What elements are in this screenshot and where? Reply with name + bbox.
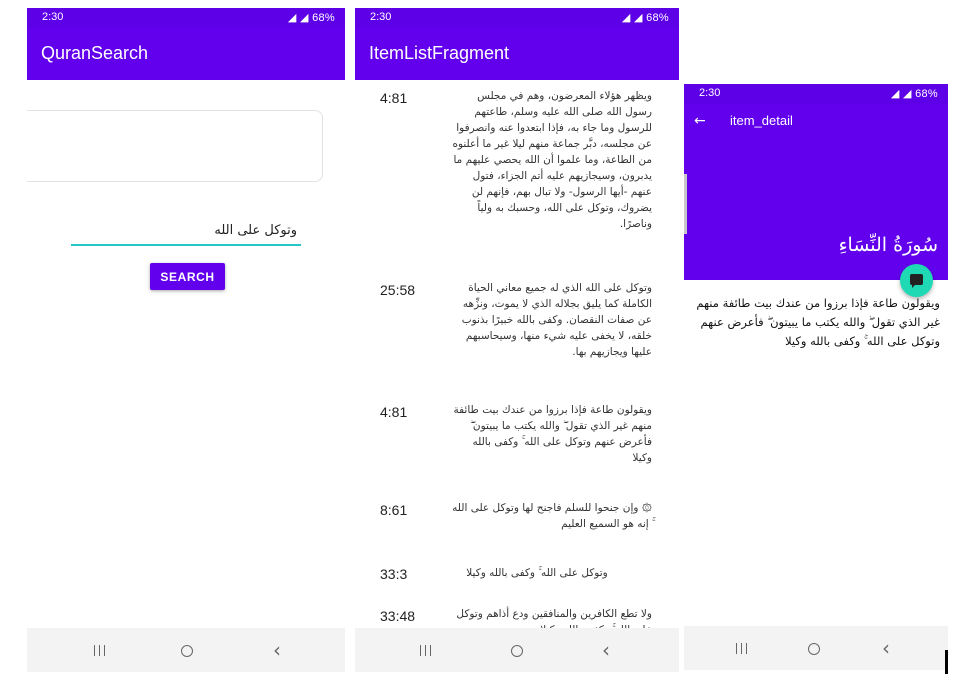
drawer-handle[interactable]: [684, 174, 687, 234]
verse-ref: 4:81: [380, 90, 408, 106]
status-time: 2:30: [370, 11, 392, 23]
app-title: ItemListFragment: [369, 43, 510, 63]
list-item[interactable]: 8:61 ۞ وإن جنحوا للسلم فاجنح لها وتوكل ع…: [355, 500, 679, 550]
signal-icon: ◢ ◢: [621, 12, 643, 24]
verse-text: ويقولون طاعة فإذا برزوا من عندك بيت طائف…: [453, 404, 652, 464]
item-detail-screen: 2:30 ◢ ◢ 68% ← item_detail سُورَةُ النِّ…: [684, 84, 948, 670]
search-screen: 2:30 ◢ ◢ 68% QuranSearch SEARCH ‹: [27, 8, 345, 672]
list-item[interactable]: 4:81 ويظهر هؤلاء المعرضون، وهم في مجلس ر…: [355, 88, 679, 268]
nav-bar: ‹: [355, 628, 679, 672]
nav-bar: ‹: [27, 628, 345, 672]
verse-ref: 4:81: [380, 404, 408, 420]
status-time: 2:30: [699, 87, 721, 99]
status-indicators: ◢ ◢ 68%: [891, 87, 938, 100]
search-input[interactable]: [71, 216, 301, 246]
text-cursor: [945, 650, 948, 674]
arrow-back-icon[interactable]: ←: [694, 113, 706, 129]
battery-text: 68%: [646, 12, 669, 24]
verse-text: ۞ وإن جنحوا للسلم فاجنح لها وتوكل على ال…: [452, 502, 652, 530]
list-item[interactable]: 33:3 وتوكل على الله ۚ وكفى بالله وكيلا: [355, 566, 679, 596]
home-icon[interactable]: [503, 636, 531, 664]
verse-text: ويظهر هؤلاء المعرضون، وهم في مجلس رسول ا…: [452, 90, 652, 230]
verse-text: وتوكل على الله الذي له جميع معاني الحياة…: [461, 282, 652, 358]
verse-text: وتوكل على الله ۚ وكفى بالله وكيلا: [466, 567, 608, 579]
verse-ref: 33:3: [380, 566, 408, 582]
status-indicators: ◢ ◢ 68%: [622, 11, 669, 24]
app-title: QuranSearch: [41, 43, 149, 63]
status-time: 2:30: [42, 11, 64, 23]
signal-icon: ◢ ◢: [890, 88, 912, 100]
list-item[interactable]: 4:81 ويقولون طاعة فإذا برزوا من عندك بيت…: [355, 402, 679, 482]
search-button[interactable]: SEARCH: [150, 263, 225, 290]
app-bar: ItemListFragment: [355, 27, 679, 80]
recents-icon[interactable]: [411, 636, 439, 664]
app-bar: QuranSearch: [27, 27, 345, 80]
message-icon: [910, 274, 923, 288]
surah-name: سُورَةُ النِّسَاءِ: [838, 234, 938, 256]
back-icon[interactable]: ‹: [872, 634, 900, 662]
results-card: [27, 110, 323, 182]
verse-ref: 8:61: [380, 502, 408, 518]
back-icon[interactable]: ‹: [592, 636, 620, 664]
list-item[interactable]: 25:58 وتوكل على الله الذي له جميع معاني …: [355, 280, 679, 380]
message-fab[interactable]: [900, 264, 933, 297]
collapsing-toolbar: ← item_detail سُورَةُ النِّسَاءِ: [684, 104, 948, 280]
home-icon[interactable]: [800, 634, 828, 662]
battery-text: 68%: [915, 88, 938, 100]
app-title: item_detail: [730, 113, 793, 128]
status-bar: 2:30 ◢ ◢ 68%: [27, 8, 345, 27]
recents-icon[interactable]: [727, 634, 755, 662]
item-list-screen: 2:30 ◢ ◢ 68% ItemListFragment 4:81 ويظهر…: [355, 8, 679, 672]
home-icon[interactable]: [173, 636, 201, 664]
signal-icon: ◢ ◢: [287, 12, 309, 24]
verse-text: ولا تطع الكافرين والمنافقين ودع أذاهم وت…: [456, 608, 652, 628]
list-item[interactable]: 33:48 ولا تطع الكافرين والمنافقين ودع أذ…: [355, 606, 679, 628]
verse-ref: 33:48: [380, 608, 416, 624]
nav-bar: ‹: [684, 626, 948, 670]
status-bar: 2:30 ◢ ◢ 68%: [355, 8, 679, 27]
recents-icon[interactable]: [85, 636, 113, 664]
verse-list[interactable]: 4:81 ويظهر هؤلاء المعرضون، وهم في مجلس ر…: [355, 80, 679, 628]
status-bar: 2:30 ◢ ◢ 68%: [684, 84, 948, 104]
status-indicators: ◢ ◢ 68%: [288, 11, 335, 24]
battery-text: 68%: [312, 12, 335, 24]
verse-ref: 25:58: [380, 282, 416, 298]
back-icon[interactable]: ‹: [263, 636, 291, 664]
verse-detail-text: ويقولون طاعة فإذا برزوا من عندك بيت طائف…: [696, 296, 940, 348]
